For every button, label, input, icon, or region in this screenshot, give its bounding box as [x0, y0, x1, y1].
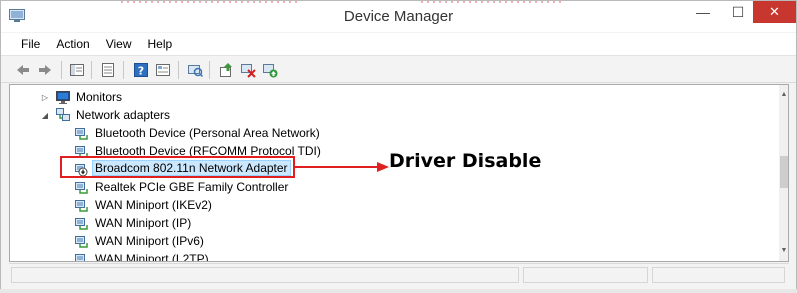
scroll-down-arrow-icon[interactable]: ▼	[779, 245, 788, 255]
toolbar-separator	[123, 61, 124, 79]
menu-view[interactable]: View	[98, 37, 140, 51]
tree-item-network-adapters[interactable]: ◢ Network adapters	[10, 106, 770, 124]
toolbar-separator	[61, 61, 62, 79]
tree-item-label: WAN Miniport (IP)	[95, 216, 192, 230]
tree-item-monitors[interactable]: ▷ Monitors	[10, 88, 770, 106]
vertical-scrollbar[interactable]: ▲ ▼	[779, 85, 788, 261]
scroll-up-arrow-icon[interactable]: ▲	[779, 89, 788, 99]
maximize-button[interactable]: ☐	[721, 1, 755, 23]
tree-item-label: WAN Miniport (IKEv2)	[95, 198, 212, 212]
toolbar-separator	[209, 61, 210, 79]
network-adapter-icon	[75, 128, 88, 140]
menu-help[interactable]: Help	[140, 37, 181, 51]
network-adapter-icon	[75, 200, 88, 212]
status-bar	[9, 263, 789, 285]
window-title: Device Manager	[343, 8, 454, 25]
network-adapters-icon	[56, 108, 70, 121]
network-adapter-icon	[75, 182, 88, 194]
title-bar-accent	[121, 1, 561, 3]
tree-item-label: WAN Miniport (IPv6)	[95, 234, 204, 248]
minimize-button[interactable]: —	[686, 1, 720, 23]
toolbar-separator	[91, 61, 92, 79]
tree-item-label: WAN Miniport (L2TP)	[95, 252, 209, 262]
annotation-arrow-icon	[295, 162, 389, 172]
tree-item-label: Monitors	[76, 90, 123, 104]
tree-item-bluetooth-pan[interactable]: Bluetooth Device (Personal Area Network)	[10, 124, 770, 142]
properties-icon[interactable]	[98, 60, 118, 80]
window-bottom-edge	[0, 289, 797, 293]
scan-hardware-icon[interactable]	[185, 60, 205, 80]
monitor-icon	[56, 91, 70, 104]
forward-icon[interactable]	[35, 60, 55, 80]
expand-arrow-icon[interactable]: ▷	[40, 92, 50, 102]
network-adapter-icon	[75, 218, 88, 230]
annotation-label: Driver Disable	[389, 150, 542, 172]
menu-bar: File Action View Help	[1, 33, 796, 55]
tree-item-label: Network adapters	[76, 108, 171, 122]
scrollbar-thumb[interactable]	[780, 156, 788, 188]
help-icon[interactable]: ?	[131, 60, 151, 80]
toolbar-separator	[178, 61, 179, 79]
toolbar: ?	[1, 55, 796, 83]
status-segment	[523, 267, 648, 283]
enable-device-icon[interactable]	[260, 60, 280, 80]
refresh-icon[interactable]	[153, 60, 173, 80]
menu-file[interactable]: File	[13, 37, 48, 51]
tree-item-wan-ip[interactable]: WAN Miniport (IP)	[10, 214, 770, 232]
network-adapter-icon	[75, 254, 85, 261]
back-icon[interactable]	[13, 60, 33, 80]
status-segment	[11, 267, 519, 283]
tree-item-wan-ipv6[interactable]: WAN Miniport (IPv6)	[10, 232, 770, 250]
status-segment	[652, 267, 785, 283]
tree-item-label: Bluetooth Device (Personal Area Network)	[95, 126, 320, 140]
close-button[interactable]: ✕	[753, 1, 796, 23]
title-bar[interactable]: Device Manager — ☐ ✕	[1, 1, 796, 32]
uninstall-icon[interactable]	[238, 60, 258, 80]
update-driver-icon[interactable]	[216, 60, 236, 80]
device-manager-window: Device Manager — ☐ ✕ File Action View He…	[0, 0, 797, 293]
tree-item-label: Realtek PCIe GBE Family Controller	[95, 180, 289, 194]
network-adapter-icon	[75, 236, 88, 248]
tree-item-realtek[interactable]: Realtek PCIe GBE Family Controller	[10, 178, 770, 196]
svg-text:?: ?	[138, 65, 144, 78]
menu-action[interactable]: Action	[48, 37, 97, 51]
annotation-highlight-box	[60, 156, 295, 178]
tree-item-wan-l2tp[interactable]: WAN Miniport (L2TP)	[10, 250, 770, 262]
collapse-arrow-icon[interactable]: ◢	[40, 110, 50, 120]
show-hide-console-tree-icon[interactable]	[67, 60, 87, 80]
tree-item-wan-ikev2[interactable]: WAN Miniport (IKEv2)	[10, 196, 770, 214]
